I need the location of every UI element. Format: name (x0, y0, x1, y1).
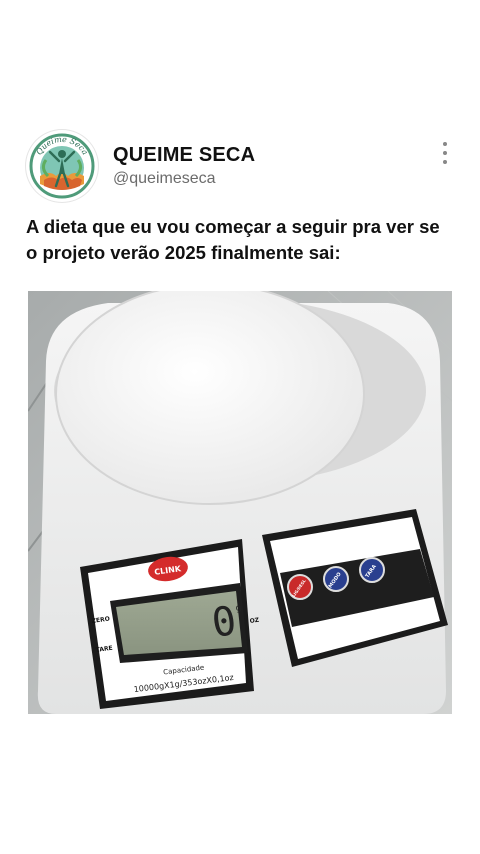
post-image[interactable]: 0 g ZERO TARE OZ CLINK Capacidade 10000g… (28, 291, 452, 714)
post-caption: A dieta que eu vou começar a seguir pra … (26, 216, 440, 263)
vertical-ellipsis-icon (443, 142, 447, 146)
more-options-button[interactable] (438, 142, 452, 164)
post-header: Queime Seca QUEIME SECA @queimeseca (26, 130, 456, 204)
oz-label: OZ (249, 617, 260, 625)
avatar[interactable]: Queime Seca (26, 130, 98, 202)
kitchen-scale-photo: 0 g ZERO TARE OZ CLINK Capacidade 10000g… (28, 291, 452, 714)
handle[interactable]: @queimeseca (113, 170, 216, 188)
display-name[interactable]: QUEIME SECA (113, 144, 255, 167)
queime-seca-logo: Queime Seca (27, 131, 97, 201)
